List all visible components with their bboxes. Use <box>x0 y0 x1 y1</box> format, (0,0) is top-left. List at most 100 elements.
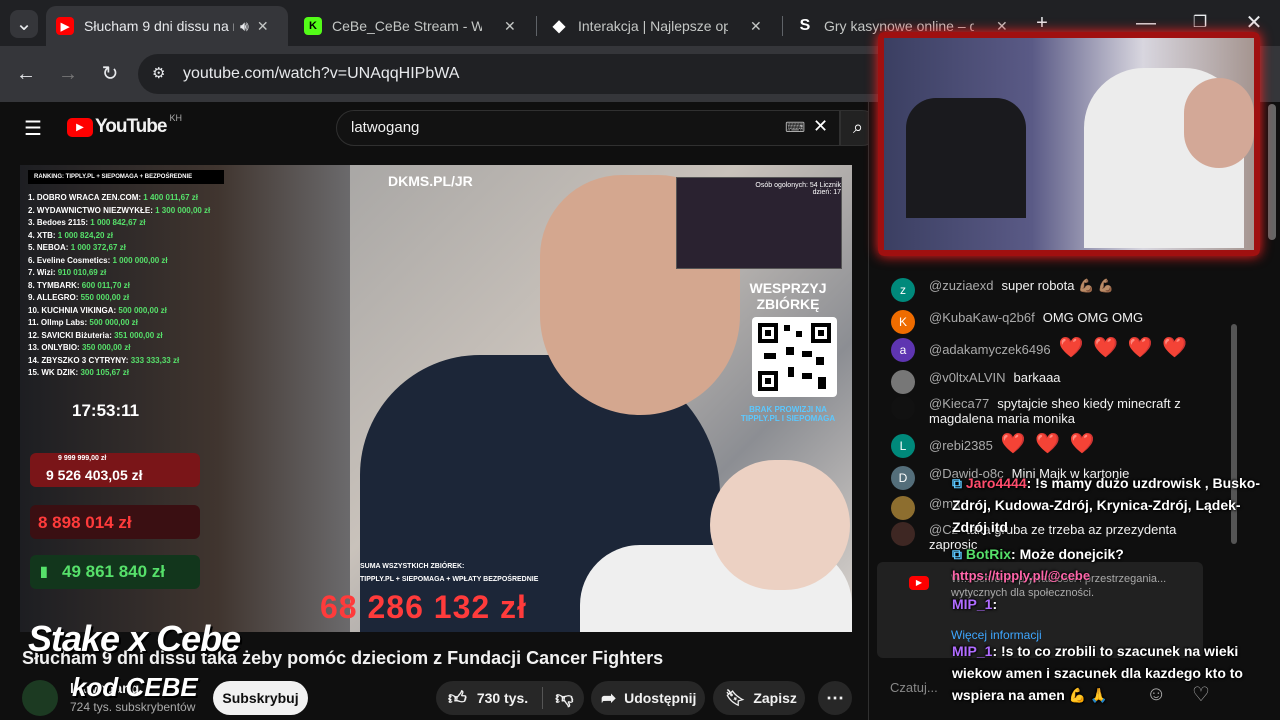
chat-author[interactable]: @v0ltxALVIN <box>929 370 1006 385</box>
omnibox[interactable]: ⚙ youtube.com/watch?v=UNAqqHIPbWA <box>138 54 898 94</box>
goal-amount-1: 9 526 403,05 zł <box>46 467 143 483</box>
ranking-amount: 1 000 824,20 zł <box>57 230 113 240</box>
tab-title: CeBe_CeBe Stream - Watch L <box>332 18 482 34</box>
speaker-icon[interactable]: 🔊︎ <box>240 18 249 35</box>
reload-icon[interactable]: ↻ <box>96 60 124 88</box>
ranking-label: 7. Wizi: <box>28 268 56 277</box>
back-icon[interactable]: ← <box>12 60 40 88</box>
chat-author[interactable]: @zuziaexd <box>929 278 994 293</box>
search-icon: ⌕ <box>853 117 864 137</box>
chat-avatar[interactable] <box>891 496 915 520</box>
keyboard-icon[interactable]: ⌨ <box>785 119 805 136</box>
tab-interakcja[interactable]: ◆ Interakcja | Najlepsze oprogr ✕ <box>540 6 778 46</box>
chat-input[interactable]: Czatuj... <box>890 680 938 695</box>
save-button[interactable]: 🔖︎ Zapisz <box>713 681 805 715</box>
ranking-label: 8. TYMBARK: <box>28 280 80 290</box>
goal-amount-3: 49 861 840 zł <box>62 562 166 581</box>
child-head <box>710 460 850 590</box>
channel-avatar[interactable] <box>22 680 58 716</box>
ranking-row: 10. KUCHNIA VIKINGA: 500 000,00 zł <box>28 305 268 318</box>
chat-message[interactable]: @Kieca77 spytajcie sheo kiedy minecraft z… <box>891 396 1221 426</box>
ranking-label: 9. ALLEGRO: <box>28 293 79 302</box>
like-button[interactable]: 👍︎ 730 tys. <box>436 687 528 709</box>
goal-small: 9 999 999,00 zł <box>58 455 107 462</box>
chat-body: @zuziaexd super robota 💪🏽 💪🏽 <box>929 278 1114 293</box>
ranking-amount: 500 000,00 zł <box>118 305 167 315</box>
chat-avatar[interactable]: K <box>891 310 915 334</box>
ranking-label: 13. ONLYBIO: <box>28 343 80 352</box>
overlay-text: : <box>992 596 998 612</box>
sum-subtitle: TIPPLY.PL + SIEPOMAGA + WPŁATY BEZPOŚRED… <box>360 576 539 583</box>
page-scrollbar[interactable] <box>1268 104 1276 240</box>
bookmark-icon: 🔖︎ <box>725 690 746 707</box>
overlay-badge-icon: ⧉ <box>952 475 962 491</box>
ranking-amount: 350 000,00 zł <box>81 343 131 352</box>
dislike-button[interactable]: 👎︎ <box>555 687 573 709</box>
sum-title: SUMA WSZYSTKICH ZBIÓREK: <box>360 563 465 570</box>
goal-box-1: 9 999 999,00 zł 9 526 403,05 zł <box>30 453 200 487</box>
ranking-amount: 1 000 842,67 zł <box>90 218 146 227</box>
tab-search-icon[interactable]: ⌄ <box>10 10 38 38</box>
search-value[interactable]: latwogang <box>351 119 419 136</box>
ranking-label: 2. WYDAWNICTWO NIEZWYKŁE: <box>28 205 153 215</box>
chat-avatar[interactable]: a <box>891 338 915 362</box>
chat-avatar[interactable] <box>891 522 915 546</box>
chat-message[interactable]: K @KubaKaw-q2b6f OMG OMG OMG <box>891 310 1221 334</box>
ranking-label: 4. XTB: <box>28 230 56 240</box>
chat-avatar[interactable]: z <box>891 278 915 302</box>
share-button[interactable]: ➦ Udostępnij <box>591 681 705 715</box>
ranking-amount: 1 300 000,00 zł <box>155 205 211 215</box>
chat-message[interactable]: L @rebi2385 ❤️ ❤️ ❤️ <box>891 434 1221 458</box>
chat-message[interactable]: z @zuziaexd super robota 💪🏽 💪🏽 <box>891 278 1221 302</box>
ranking-amount: 910 010,69 zł <box>57 268 107 277</box>
site-info-icon[interactable]: ⚙ <box>152 64 165 82</box>
chat-body: @rebi2385 ❤️ ❤️ ❤️ <box>929 434 1097 454</box>
chat-message[interactable]: a @adakamyczek6496 ❤️ ❤️ ❤️ ❤️ <box>891 338 1221 362</box>
clear-search-icon[interactable]: ✕ <box>813 116 828 137</box>
youtube-logo[interactable]: ▶ YouTube KH <box>67 113 182 138</box>
chat-avatar[interactable]: D <box>891 466 915 490</box>
ranking-row: 4. XTB: 1 000 824,20 zł <box>28 230 268 243</box>
webcam-chair <box>906 98 1026 218</box>
ranking-header: RANKING: TIPPLY.PL + SIEPOMAGA + BEZPOŚR… <box>28 170 224 184</box>
webcam-person-head <box>1184 78 1254 168</box>
share-label: Udostępnij <box>624 690 697 706</box>
chat-author[interactable]: @Kieca77 <box>929 396 989 411</box>
more-actions-button[interactable]: ⋯ <box>818 681 852 715</box>
forward-icon[interactable]: → <box>54 60 82 88</box>
tab-title: Słucham 9 dni dissu na r <box>84 18 234 34</box>
overlay-badge-icon: ⧉ <box>952 546 962 562</box>
subscribe-button[interactable]: Subskrybuj <box>213 681 308 715</box>
ranking-row: 13. ONLYBIO: 350 000,00 zł <box>28 342 268 355</box>
video-player[interactable]: RANKING: TIPPLY.PL + SIEPOMAGA + BEZPOŚR… <box>20 165 852 632</box>
tab-close-icon[interactable]: ✕ <box>504 18 516 35</box>
overlay-message-4: MIP_1: !s to co zrobili to szacunek na w… <box>952 640 1272 706</box>
chat-avatar[interactable] <box>891 370 915 394</box>
menu-icon[interactable]: ☰ <box>24 116 42 141</box>
chat-message[interactable]: @v0ltxALVIN barkaaa <box>891 370 1221 394</box>
chat-author[interactable]: @adakamyczek6496 <box>929 342 1051 357</box>
ranking-row: 1. DOBRO WRACA ZEN.COM: 1 400 011,67 zł <box>28 192 268 205</box>
tab-separator <box>536 16 537 36</box>
ranking-amount: 1 000 372,67 zł <box>70 243 126 252</box>
tab-close-icon[interactable]: ✕ <box>750 18 762 35</box>
qr-code-icon <box>752 317 837 397</box>
overlay-text: : !s to co zrobili to szacunek na wieki … <box>952 643 1243 703</box>
tab-youtube[interactable]: ▶ Słucham 9 dni dissu na r 🔊︎ ✕ <box>46 6 288 46</box>
tab-kick[interactable]: K CeBe_CeBe Stream - Watch L ✕ <box>294 6 532 46</box>
chat-avatar[interactable]: L <box>891 434 915 458</box>
youtube-play-icon: ▶ <box>67 117 93 137</box>
chat-author[interactable]: @rebi2385 <box>929 438 993 453</box>
save-label: Zapisz <box>753 690 797 706</box>
chat-text: barkaaa <box>1013 370 1061 385</box>
url-text[interactable]: youtube.com/watch?v=UNAqqHIPbWA <box>183 65 459 83</box>
chat-avatar[interactable] <box>891 396 915 420</box>
tab-close-icon[interactable]: ✕ <box>257 18 269 35</box>
inset-video: Osób ogolonych: 54 Licznik dzień: 17 <box>676 177 842 269</box>
support-label: WESPRZYJ ZBIÓRKĘ <box>749 280 827 312</box>
chat-text: ❤️ ❤️ ❤️ <box>1000 433 1097 455</box>
ranking-amount: 550 000,00 zł <box>80 293 130 302</box>
overlay-text: : Może donejcik? <box>1011 546 1124 562</box>
search-input[interactable]: latwogang ⌨ ✕ <box>336 110 840 146</box>
chat-author[interactable]: @KubaKaw-q2b6f <box>929 310 1035 325</box>
